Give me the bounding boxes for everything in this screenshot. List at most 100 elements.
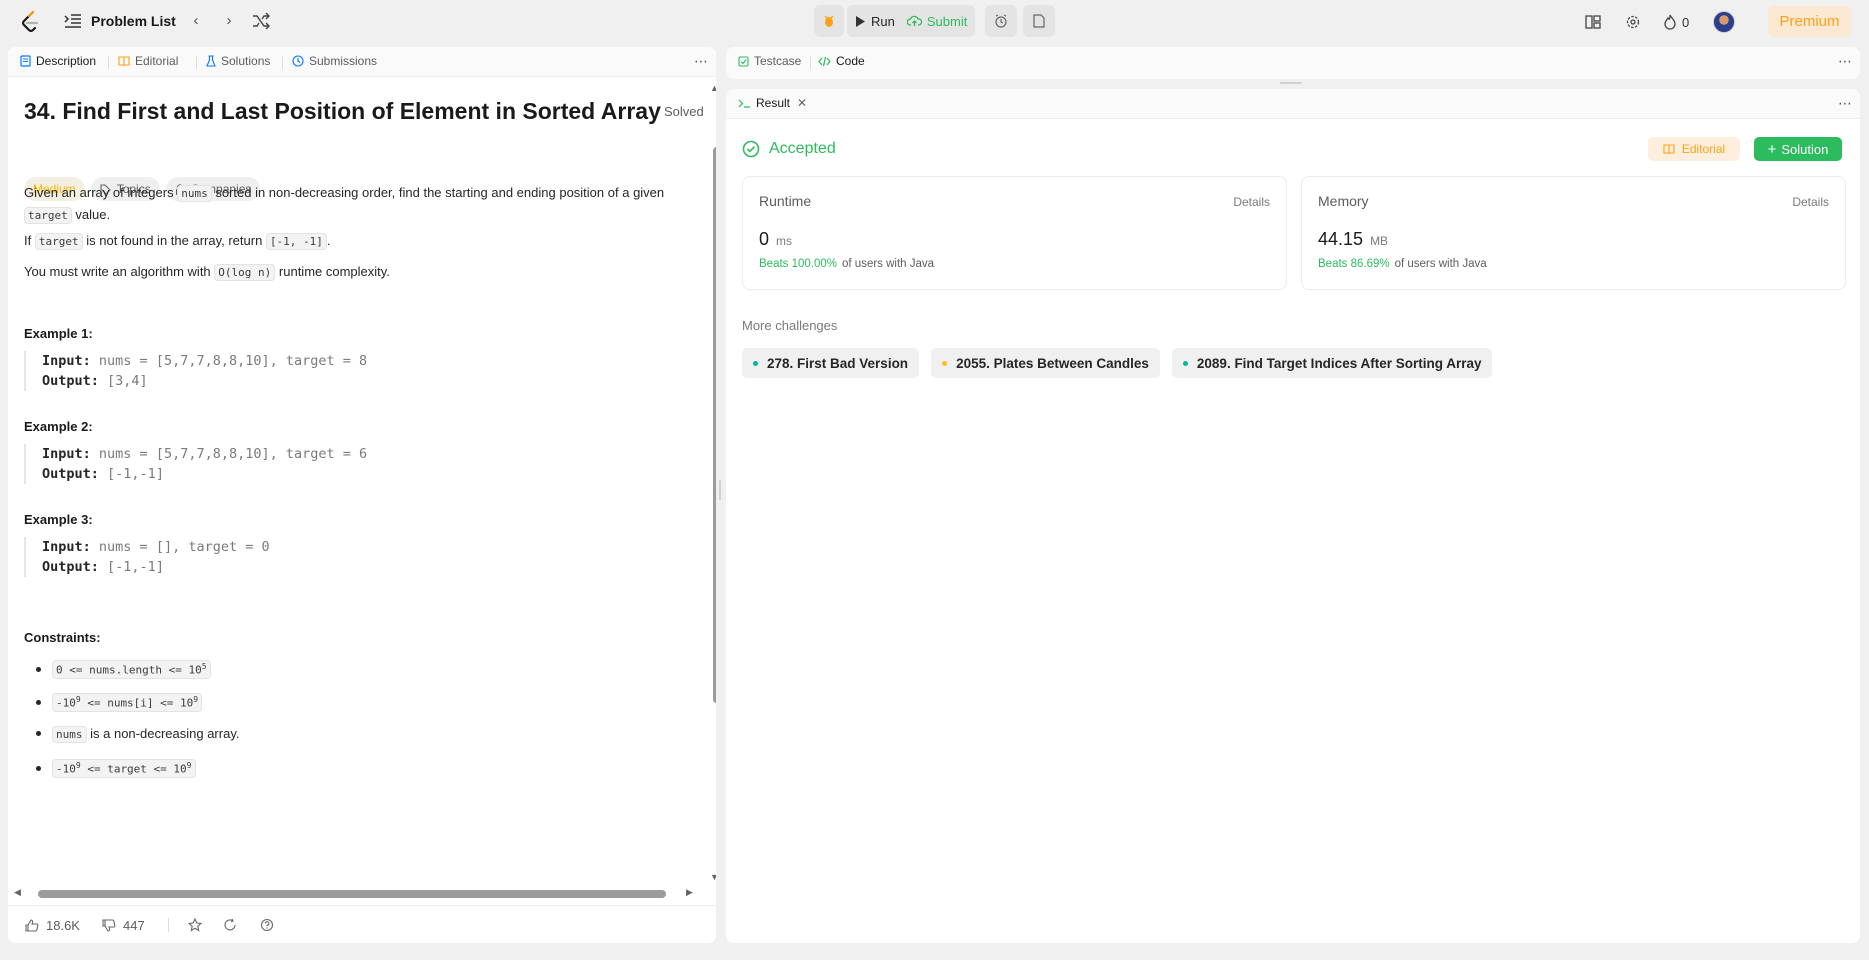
tab-solutions[interactable]: Solutions	[206, 54, 270, 68]
tab-divider	[810, 56, 811, 69]
constraint-text: -10	[56, 762, 76, 776]
constraint-item: -109 <= nums[i] <= 109	[36, 693, 203, 712]
inline-code: [-1, -1]	[265, 233, 327, 250]
desc-text: Given an array of integers	[24, 185, 174, 200]
more-challenges-list: 278. First Bad Version 2055. Plates Betw…	[742, 348, 1493, 378]
share-icon[interactable]	[223, 918, 237, 932]
runtime-details-link[interactable]: Details	[1233, 195, 1270, 209]
memory-heading: Memory	[1318, 193, 1369, 209]
flask-icon	[206, 55, 216, 67]
challenge-chip[interactable]: 2089. Find Target Indices After Sorting …	[1171, 348, 1493, 378]
premium-button[interactable]: Premium	[1768, 6, 1851, 37]
example-2-heading: Example 2:	[24, 419, 93, 434]
more-options-icon[interactable]: ⋯	[1838, 95, 1853, 112]
star-icon[interactable]	[188, 918, 202, 932]
tab-submissions[interactable]: Submissions	[292, 54, 377, 68]
challenge-chip[interactable]: 278. First Bad Version	[742, 348, 920, 378]
next-problem-icon[interactable]: ›	[219, 11, 239, 31]
help-icon[interactable]	[260, 918, 274, 932]
close-icon[interactable]: ✕	[797, 96, 807, 110]
submit-label: Submit	[926, 13, 968, 29]
solution-button[interactable]: + Solution	[1754, 137, 1842, 161]
difficulty-dot	[1182, 360, 1188, 366]
tab-editorial[interactable]: Editorial	[118, 54, 178, 68]
submit-button[interactable]: Submit	[906, 13, 968, 29]
tab-divider	[108, 56, 109, 69]
runtime-heading: Runtime	[759, 193, 812, 209]
memory-beats-percent: Beats 86.69%	[1318, 258, 1390, 270]
tab-description[interactable]: Description	[20, 54, 96, 68]
terminal-icon	[738, 99, 750, 108]
problem-title[interactable]: 34. Find First and Last Position of Elem…	[24, 98, 661, 125]
problem-list-link[interactable]: Problem List	[91, 13, 176, 29]
dislike-button[interactable]: 447	[102, 918, 145, 933]
prev-problem-icon[interactable]: ‹	[186, 11, 206, 31]
settings-gear-icon[interactable]	[1625, 10, 1641, 34]
difficulty-dot	[753, 360, 758, 366]
layout-icon[interactable]	[1585, 10, 1601, 34]
editorial-button[interactable]: Editorial	[1648, 137, 1740, 161]
superscript: 5	[201, 662, 207, 671]
more-options-icon[interactable]: ⋯	[1838, 53, 1853, 70]
panel-resize-handle[interactable]	[719, 480, 721, 500]
constraint-text: -10	[56, 696, 76, 710]
desc-text: .	[326, 233, 331, 248]
run-button[interactable]: Run	[855, 14, 895, 29]
constraint-text: 0 <= nums.length <= 10	[56, 663, 202, 677]
memory-card[interactable]: Memory Details 44.15 MB Beats 86.69% of u…	[1301, 176, 1846, 290]
runtime-card[interactable]: Runtime Details 0 ms Beats 100.00% of use…	[742, 176, 1287, 290]
input-label: Input:	[42, 446, 91, 462]
run-label: Run	[871, 13, 895, 29]
like-button[interactable]: 18.6K	[25, 918, 80, 933]
desc-text: You must write an algorithm with	[24, 264, 211, 279]
problem-list-icon[interactable]	[64, 13, 82, 29]
shuffle-icon[interactable]	[252, 12, 270, 30]
description-paragraph-3: You must write an algorithm with O(log n…	[24, 261, 689, 283]
desc-text: If	[24, 233, 32, 248]
scroll-left-icon[interactable]: ◀	[14, 887, 21, 898]
scroll-up-icon[interactable]: ▲	[710, 83, 716, 93]
challenge-chip[interactable]: 2055. Plates Between Candles	[931, 348, 1160, 378]
input-label: Input:	[42, 353, 91, 369]
bullet	[36, 666, 41, 672]
user-avatar[interactable]	[1713, 11, 1735, 33]
tab-testcase[interactable]: Testcase	[738, 54, 801, 68]
example-3-heading: Example 3:	[24, 512, 93, 527]
example-1-block: Input: nums = [5,7,7,8,8,10], target = 8…	[24, 351, 664, 391]
tab-divider	[196, 56, 197, 69]
tab-result-label: Result	[756, 96, 791, 110]
bullet	[36, 699, 41, 705]
description-paragraph-2: If target is not found in the array, ret…	[24, 230, 689, 252]
horizontal-scrollbar[interactable]	[38, 890, 666, 898]
play-icon	[856, 15, 865, 27]
tab-code[interactable]: Code	[818, 54, 865, 68]
tab-divider	[282, 56, 283, 69]
scroll-down-icon[interactable]: ▼	[710, 872, 716, 882]
notes-button[interactable]	[1023, 5, 1056, 37]
memory-details-link[interactable]: Details	[1792, 195, 1829, 209]
run-submit-group: Run Submit	[847, 5, 976, 37]
desc-text: runtime complexity.	[278, 264, 390, 279]
output-label: Output:	[42, 466, 99, 482]
timer-button[interactable]	[985, 5, 1018, 37]
bullet	[36, 731, 41, 736]
thumbs-up-icon	[25, 919, 39, 932]
memory-number: 44.15	[1318, 229, 1364, 249]
book-icon	[1663, 143, 1675, 154]
challenge-label: 2055. Plates Between Candles	[956, 355, 1149, 371]
result-tabbar: Result ✕ ⋯	[726, 89, 1860, 119]
debug-button[interactable]	[814, 5, 844, 37]
vertical-scrollbar[interactable]	[713, 147, 716, 703]
more-options-icon[interactable]: ⋯	[694, 53, 709, 70]
runtime-beats-suffix: of users with Java	[842, 258, 935, 270]
example-output: [-1,-1]	[107, 559, 164, 575]
runtime-unit: ms	[776, 234, 793, 248]
input-label: Input:	[42, 539, 91, 555]
panel-resize-handle[interactable]	[1280, 82, 1302, 84]
desc-text: value.	[75, 207, 111, 222]
leetcode-logo-icon[interactable]	[20, 10, 42, 34]
scroll-right-icon[interactable]: ▶	[686, 887, 693, 898]
tab-result[interactable]: Result ✕	[738, 96, 807, 110]
streak-counter[interactable]: 0	[1663, 10, 1689, 34]
tab-testcase-label: Testcase	[754, 54, 802, 68]
